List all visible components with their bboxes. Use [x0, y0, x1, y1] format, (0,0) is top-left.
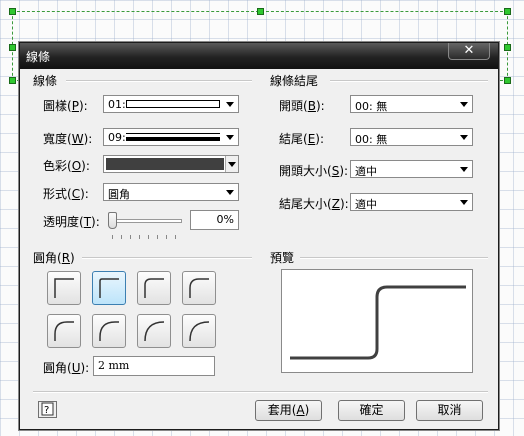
pattern-label: 圖樣(P): — [43, 99, 88, 113]
end-size-value: 適中 — [355, 198, 377, 211]
slider-ticks — [112, 235, 182, 239]
cancel-button[interactable]: 取消 — [416, 400, 483, 421]
group-divider — [300, 257, 488, 259]
style-label: 形式(C): — [43, 187, 89, 201]
rounding-size-label: 圓角(U): — [43, 361, 90, 375]
help-icon: ? — [41, 402, 54, 416]
begin-size-label: 開頭大小(S): — [279, 164, 349, 178]
rounding-option-3[interactable] — [182, 271, 216, 305]
transparency-slider-track[interactable] — [110, 219, 182, 223]
rounding-option-2[interactable] — [137, 271, 171, 305]
close-icon: ✕ — [463, 43, 475, 58]
style-value: 圓角 — [108, 188, 130, 201]
style-dropdown[interactable]: 圓角 — [103, 183, 239, 201]
corner-medium-round-icon — [189, 278, 209, 298]
pattern-value: 01: — [108, 98, 126, 111]
ok-button[interactable]: 確定 — [338, 400, 405, 421]
selection-handle[interactable] — [9, 8, 16, 15]
corner-full-round-icon — [189, 321, 210, 342]
preview-panel — [281, 269, 473, 373]
chevron-down-icon — [225, 99, 235, 109]
color-picker[interactable] — [103, 155, 239, 173]
end-size-dropdown[interactable]: 適中 — [350, 193, 473, 211]
color-label: 色彩(O): — [43, 159, 90, 173]
begin-dropdown[interactable]: 00: 無 — [350, 95, 473, 113]
selection-handle[interactable] — [257, 8, 264, 15]
corner-small-round-icon — [144, 278, 164, 298]
chevron-down-icon — [227, 159, 237, 169]
selection-handle[interactable] — [9, 44, 16, 51]
group-divider — [66, 80, 252, 82]
rounding-option-5[interactable] — [92, 314, 126, 348]
rounding-option-6[interactable] — [137, 314, 171, 348]
line-group-title: 線條 — [33, 74, 58, 88]
corner-larger-round-icon — [99, 321, 119, 341]
apply-button[interactable]: 套用(A) — [255, 400, 322, 421]
selection-handle[interactable] — [504, 77, 511, 84]
rounding-group-title: 圓角(R) — [33, 251, 75, 265]
transparency-label: 透明度(T): — [43, 215, 100, 229]
line-dialog: 線條 ✕ 線條 圖樣(P): 01: 寬度(W): 09: 色彩(O): 形式(… — [19, 42, 499, 430]
group-divider — [330, 80, 488, 82]
rounding-option-1[interactable] — [92, 271, 126, 305]
preview-group-title: 預覽 — [270, 251, 295, 265]
begin-value: 00: 無 — [355, 100, 388, 113]
corner-large-round-icon — [54, 321, 74, 341]
rounding-option-0[interactable] — [47, 271, 81, 305]
begin-size-dropdown[interactable]: 適中 — [350, 160, 473, 178]
svg-text:?: ? — [44, 405, 49, 416]
close-button[interactable]: ✕ — [448, 43, 490, 60]
end-dropdown[interactable]: 00: 無 — [350, 128, 473, 146]
group-divider — [82, 257, 252, 259]
dialog-title: 線條 — [26, 50, 51, 64]
corner-xlarge-round-icon — [144, 321, 165, 342]
help-button[interactable]: ? — [38, 401, 57, 418]
weight-sample — [126, 133, 220, 141]
end-value: 00: 無 — [355, 133, 388, 146]
footer-divider — [33, 391, 488, 393]
transparency-input[interactable]: 0% — [190, 210, 239, 230]
line-ends-group-title: 線條結尾 — [270, 74, 319, 88]
chevron-down-icon — [459, 99, 469, 109]
chevron-down-icon — [225, 187, 235, 197]
weight-value: 09: — [108, 131, 126, 144]
color-swatch — [106, 158, 224, 170]
selection-handle[interactable] — [9, 77, 16, 84]
weight-label: 寬度(W): — [43, 132, 93, 146]
preview-line — [290, 285, 466, 360]
chevron-down-icon — [459, 164, 469, 174]
rounding-size-input[interactable]: 2 mm — [93, 356, 215, 376]
end-label: 結尾(E): — [279, 132, 325, 146]
chevron-down-icon — [459, 197, 469, 207]
transparency-slider-thumb[interactable] — [108, 212, 117, 229]
chevron-down-icon — [225, 132, 235, 142]
end-size-label: 結尾大小(Z): — [279, 197, 349, 211]
pattern-sample — [126, 100, 220, 108]
weight-dropdown[interactable]: 09: — [103, 128, 239, 146]
dialog-titlebar[interactable]: 線條 ✕ — [20, 43, 498, 69]
rounding-option-4[interactable] — [47, 314, 81, 348]
corner-square-icon — [54, 278, 74, 298]
selection-handle[interactable] — [504, 8, 511, 15]
begin-label: 開頭(B): — [279, 99, 325, 113]
chevron-down-icon — [459, 132, 469, 142]
begin-size-value: 適中 — [355, 165, 377, 178]
corner-slight-round-icon — [99, 278, 119, 298]
selection-handle[interactable] — [504, 44, 511, 51]
pattern-dropdown[interactable]: 01: — [103, 95, 239, 113]
rounding-option-7[interactable] — [182, 314, 216, 348]
